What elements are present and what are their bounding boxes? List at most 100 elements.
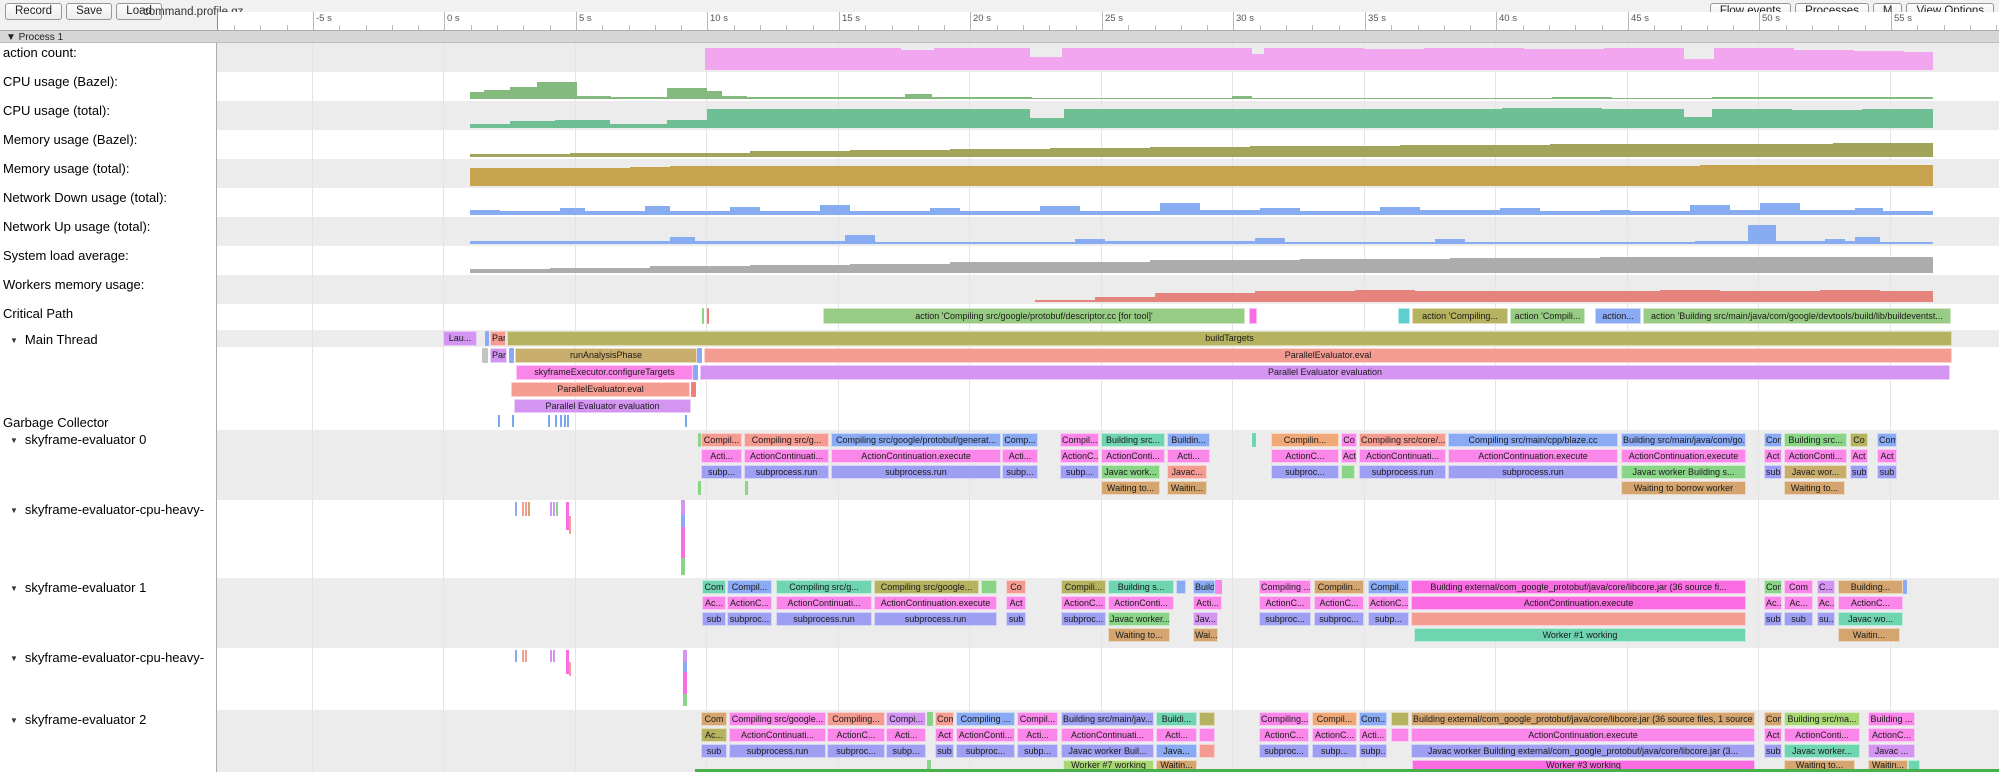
- event-bar[interactable]: [1199, 712, 1215, 726]
- event-bar[interactable]: Com: [702, 580, 726, 594]
- event-bar[interactable]: sub: [1784, 612, 1813, 626]
- event-bar[interactable]: [981, 580, 997, 594]
- event-bar[interactable]: Building...: [1838, 580, 1903, 594]
- event-bar[interactable]: [1903, 580, 1907, 594]
- event-bar[interactable]: Acti...: [1167, 449, 1210, 463]
- event-bar[interactable]: ActionContinuati...: [729, 728, 826, 742]
- event-bar[interactable]: Parallel Evaluator evaluation: [700, 365, 1950, 380]
- event-bar[interactable]: Compiling...: [1259, 712, 1309, 726]
- timeline-ruler[interactable]: -5 s0 s5 s10 s15 s20 s25 s30 s35 s40 s45…: [217, 12, 1999, 30]
- event-bar[interactable]: Compil...: [1017, 712, 1058, 726]
- event-bar[interactable]: subprocess.run: [874, 612, 997, 626]
- event-bar[interactable]: Acti...: [1156, 728, 1197, 742]
- event-bar[interactable]: C...: [1817, 580, 1835, 594]
- event-bar[interactable]: subprocess.run: [1359, 465, 1446, 479]
- event-bar[interactable]: sub: [1850, 465, 1868, 479]
- event-bar[interactable]: Buildin...: [1167, 433, 1210, 447]
- event-bar[interactable]: Com: [1877, 433, 1897, 447]
- event-bar[interactable]: action 'Compiling src/google/protobuf/de…: [823, 308, 1245, 324]
- event-bar[interactable]: Java...: [1156, 744, 1197, 758]
- event-bar[interactable]: [702, 308, 704, 324]
- record-button[interactable]: Record: [5, 3, 62, 20]
- event-bar[interactable]: subprocess.run: [831, 465, 1001, 479]
- event-bar[interactable]: su...: [1817, 612, 1835, 626]
- event-bar[interactable]: [482, 348, 488, 363]
- event-bar[interactable]: Javac worker...: [1108, 612, 1170, 626]
- event-bar[interactable]: ParallelEvaluator.eval: [511, 382, 690, 397]
- event-bar[interactable]: Compilin...: [1314, 580, 1364, 594]
- event-bar[interactable]: subp...: [701, 465, 742, 479]
- event-bar[interactable]: subprocess.run: [744, 465, 829, 479]
- event-bar[interactable]: Buildi...: [1156, 712, 1197, 726]
- event-bar[interactable]: action 'Compiling...: [1412, 308, 1508, 324]
- event-bar[interactable]: Compil...: [1312, 712, 1357, 726]
- event-bar[interactable]: subproc...: [1259, 744, 1309, 758]
- event-bar[interactable]: Compiling src/google...: [874, 580, 979, 594]
- event-bar[interactable]: sub: [1764, 744, 1782, 758]
- event-bar[interactable]: [1252, 433, 1256, 447]
- event-bar[interactable]: ActionC...: [1868, 728, 1915, 742]
- event-bar[interactable]: ActionConti...: [1784, 449, 1847, 463]
- event-bar[interactable]: Javac...: [1167, 465, 1207, 479]
- event-bar[interactable]: subp...: [1060, 465, 1099, 479]
- event-bar[interactable]: [1391, 712, 1409, 726]
- event-bar[interactable]: Building src/main/jav...: [1061, 712, 1154, 726]
- event-bar[interactable]: ActionConti...: [1101, 449, 1165, 463]
- event-bar[interactable]: action 'Building src/main/java/com/googl…: [1643, 308, 1951, 324]
- event-bar[interactable]: Building src...: [1101, 433, 1165, 447]
- event-bar[interactable]: subp...: [886, 744, 926, 758]
- event-bar[interactable]: Ac...: [701, 728, 727, 742]
- event-bar[interactable]: Waiting to...: [1101, 481, 1160, 495]
- event-bar[interactable]: Building external/com_google_protobuf/ja…: [1411, 580, 1746, 594]
- event-bar[interactable]: Act: [935, 728, 954, 742]
- event-bar[interactable]: Waiting to borrow worker: [1621, 481, 1746, 495]
- event-bar[interactable]: Com: [701, 712, 727, 726]
- event-bar[interactable]: [1199, 728, 1215, 742]
- event-bar[interactable]: [1398, 308, 1410, 324]
- event-bar[interactable]: Ac...: [1784, 596, 1813, 610]
- event-bar[interactable]: subprocess.run: [1448, 465, 1618, 479]
- event-bar[interactable]: sub: [1764, 465, 1782, 479]
- event-bar[interactable]: Javac wor...: [1784, 465, 1847, 479]
- event-bar[interactable]: runAnalysisPhase: [515, 348, 697, 363]
- event-bar[interactable]: Waiting to...: [1784, 481, 1845, 495]
- event-bar[interactable]: ActionContinuati...: [776, 596, 872, 610]
- event-bar[interactable]: Building ...: [1868, 712, 1915, 726]
- event-bar[interactable]: ActionC...: [1271, 449, 1339, 463]
- event-bar[interactable]: Par: [490, 331, 506, 346]
- event-bar[interactable]: Act: [1764, 449, 1782, 463]
- event-bar[interactable]: subproc...: [1259, 612, 1311, 626]
- event-bar[interactable]: ActionC...: [1838, 596, 1903, 610]
- event-bar[interactable]: [745, 481, 748, 495]
- event-bar[interactable]: Compiling src/google/protobuf/generat...: [831, 433, 1001, 447]
- event-bar[interactable]: subp...: [1312, 744, 1357, 758]
- event-bar[interactable]: Compiling src/core/...: [1359, 433, 1446, 447]
- event-bar[interactable]: Com: [935, 712, 954, 726]
- save-button[interactable]: Save: [66, 3, 112, 20]
- event-bar[interactable]: sub: [935, 744, 954, 758]
- event-bar[interactable]: Javac ...: [1868, 744, 1915, 758]
- event-bar[interactable]: ActionContinuation.execute: [831, 449, 1001, 463]
- event-bar[interactable]: Waiting to...: [1108, 628, 1170, 642]
- event-bar[interactable]: Compiling src/g...: [744, 433, 829, 447]
- event-bar[interactable]: ActionC...: [1312, 728, 1357, 742]
- event-bar[interactable]: Compil...: [1060, 433, 1099, 447]
- event-bar[interactable]: Act: [1850, 449, 1868, 463]
- event-bar[interactable]: sub: [702, 612, 726, 626]
- event-bar[interactable]: subprocess.run: [776, 612, 872, 626]
- event-bar[interactable]: [693, 365, 698, 380]
- event-bar[interactable]: Par: [490, 348, 507, 363]
- event-bar[interactable]: Com: [1784, 580, 1813, 594]
- sidebar-item-cpu-heavy-1[interactable]: ▼skyframe-evaluator-cpu-heavy-: [10, 502, 204, 517]
- event-bar[interactable]: [1249, 308, 1257, 324]
- event-bar[interactable]: Com: [1764, 433, 1782, 447]
- event-bar[interactable]: Javac wo...: [1838, 612, 1903, 626]
- event-bar[interactable]: sub: [1877, 465, 1897, 479]
- event-bar[interactable]: Building external/com_google_protobuf/ja…: [1411, 712, 1755, 726]
- event-bar[interactable]: [927, 712, 933, 726]
- event-bar[interactable]: Building src/main/java/com/go...: [1621, 433, 1746, 447]
- event-bar[interactable]: Com: [1764, 712, 1782, 726]
- event-bar[interactable]: Javac work...: [1101, 465, 1160, 479]
- event-bar[interactable]: [485, 331, 489, 346]
- event-bar[interactable]: subproc...: [827, 744, 885, 758]
